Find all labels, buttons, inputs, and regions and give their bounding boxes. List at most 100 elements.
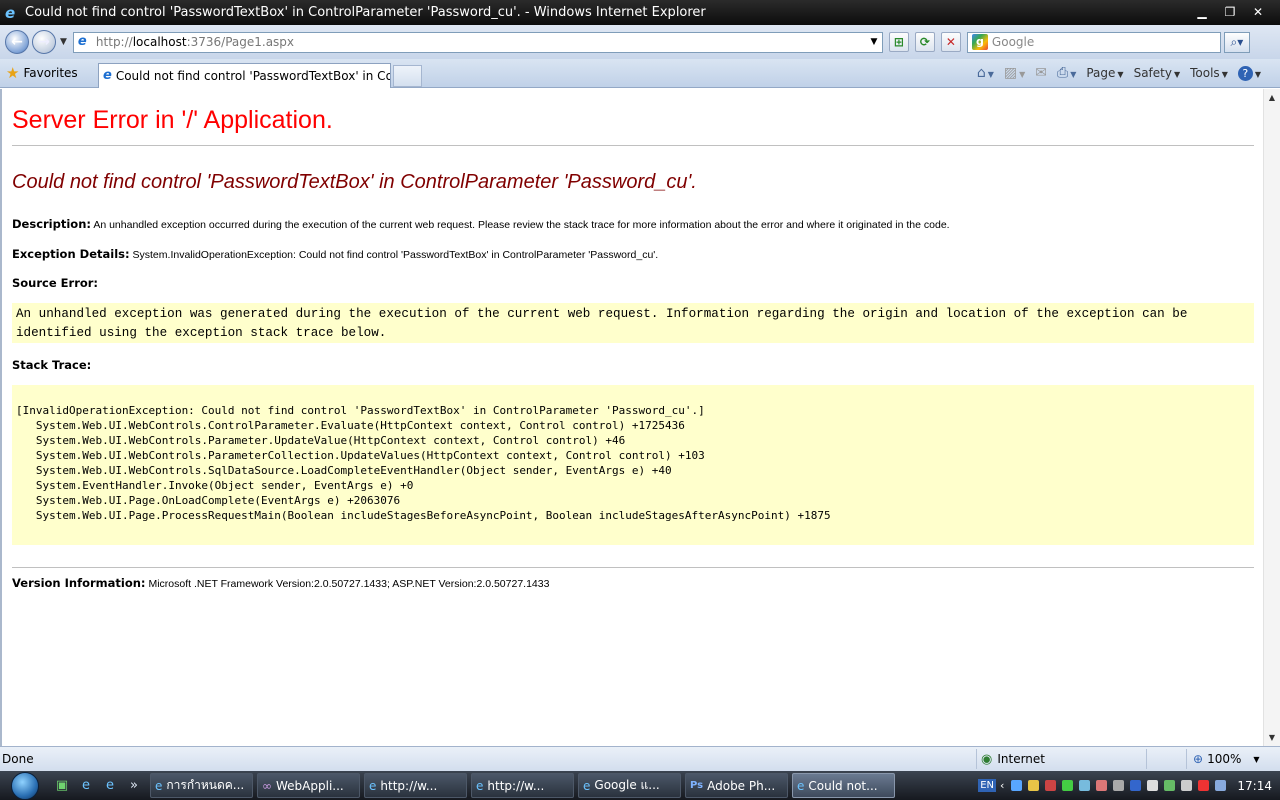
zoom-icon: ⊕ — [1193, 752, 1204, 766]
zoom-control[interactable]: ⊕ 100% ▼ — [1186, 749, 1280, 769]
search-button[interactable]: ⌕▾ — [1223, 31, 1250, 53]
ie-icon: e — [369, 778, 377, 793]
taskbar-item[interactable]: e http://w... — [364, 773, 467, 798]
back-button[interactable]: ← — [5, 30, 29, 54]
compatibility-view-button[interactable]: ⊞ — [888, 32, 909, 52]
stack-line: System.Web.UI.WebControls.SqlDataSource.… — [16, 464, 672, 477]
start-button[interactable] — [0, 771, 50, 800]
safety-menu[interactable]: Safety ▼ — [1134, 66, 1181, 80]
quicklaunch-app-icon[interactable]: ▣ — [55, 778, 69, 793]
address-url[interactable]: http://localhost:3736/Page1.aspx — [96, 35, 866, 49]
ie-logo-icon: e — [5, 3, 16, 22]
taskbar-item[interactable]: e Google แ... — [578, 773, 681, 798]
recent-pages-dropdown[interactable]: ▼ — [60, 37, 67, 47]
quicklaunch-ie2-icon[interactable]: e — [103, 778, 117, 793]
photoshop-icon: Ps — [690, 780, 704, 791]
page-icon: e — [77, 34, 87, 49]
command-bar: ⌂ ▼ ▨ ▼ ✉ ⎙ ▼ Page ▼ Safety ▼ Tools ▼ ? ▼ — [972, 65, 1266, 81]
tray-app-icon[interactable] — [1096, 780, 1108, 791]
forward-button[interactable]: → — [32, 30, 56, 54]
page-menu[interactable]: Page ▼ — [1086, 66, 1123, 80]
tray-app-icon[interactable] — [1062, 780, 1074, 791]
windows-orb-icon — [11, 771, 39, 800]
close-icon[interactable]: ✕ — [1244, 6, 1272, 20]
taskbar-item-active[interactable]: e Could not... — [792, 773, 895, 798]
stack-line: System.Web.UI.WebControls.Parameter.Upda… — [16, 434, 626, 447]
stack-line: System.Web.UI.WebControls.ControlParamet… — [16, 419, 685, 432]
stack-trace-box: [InvalidOperationException: Could not fi… — [12, 385, 1254, 545]
feeds-icon[interactable]: ▨ ▼ — [1004, 65, 1025, 81]
tab-row: ★ Favorites e Could not find control 'Pa… — [0, 59, 1280, 88]
globe-icon: ◉ — [981, 751, 993, 767]
tools-menu[interactable]: Tools ▼ — [1190, 66, 1228, 80]
favorites-button[interactable]: ★ Favorites — [6, 64, 94, 82]
address-dropdown-icon[interactable]: ▼ — [866, 37, 882, 47]
tab-active[interactable]: e Could not find control 'PasswordTextBo… — [98, 62, 391, 88]
new-tab-button[interactable] — [393, 64, 422, 87]
taskbar-item[interactable]: ∞ WebAppli... — [257, 773, 360, 798]
minimize-icon[interactable]: ▁ — [1188, 6, 1216, 20]
volume-icon[interactable] — [1181, 780, 1193, 791]
taskbar-item[interactable]: e http://w... — [471, 773, 574, 798]
zoom-dropdown-icon[interactable]: ▼ — [1253, 755, 1259, 764]
tray-app-icon[interactable] — [1215, 780, 1227, 791]
network-icon[interactable] — [1147, 780, 1159, 791]
description: Description: An unhandled exception occu… — [12, 217, 950, 231]
stack-line: System.Web.UI.Page.OnLoadComplete(EventA… — [16, 494, 401, 507]
window-title: Could not find control 'PasswordTextBox'… — [25, 5, 706, 20]
status-text: Done — [2, 752, 34, 766]
tray-app-icon[interactable] — [1113, 780, 1125, 791]
stack-line: [InvalidOperationException: Could not fi… — [16, 404, 705, 417]
quicklaunch-ie-icon[interactable]: e — [79, 778, 93, 793]
ie-icon: e — [797, 778, 805, 793]
stack-line: System.Web.UI.Page.ProcessRequestMain(Bo… — [16, 509, 831, 522]
tray-app-icon[interactable] — [1198, 780, 1210, 791]
quicklaunch-more-icon[interactable]: » — [127, 778, 141, 793]
mail-icon[interactable]: ✉ — [1035, 65, 1047, 81]
tray-app-icon[interactable] — [1164, 780, 1176, 791]
source-error-box: An unhandled exception was generated dur… — [12, 303, 1254, 343]
print-icon[interactable]: ⎙ ▼ — [1057, 65, 1076, 81]
ie-icon: e — [583, 778, 591, 793]
ie-tab-icon: e — [103, 68, 112, 83]
refresh-button[interactable]: ⟳ — [914, 32, 935, 52]
tray-expand-icon[interactable]: ‹ — [1000, 779, 1004, 792]
help-menu[interactable]: ? ▼ — [1237, 65, 1261, 81]
window-titlebar: e Could not find control 'PasswordTextBo… — [0, 0, 1280, 25]
address-bar[interactable]: e http://localhost:3736/Page1.aspx ▼ — [72, 31, 883, 53]
taskbar-item[interactable]: e การกำหนดค... — [150, 773, 253, 798]
system-tray: EN ‹ 17:14 — [978, 771, 1280, 800]
clock[interactable]: 17:14 — [1237, 779, 1272, 793]
version-information: Version Information: Microsoft .NET Fram… — [12, 576, 550, 590]
protected-mode-indicator[interactable] — [1146, 749, 1186, 769]
language-indicator[interactable]: EN — [978, 779, 996, 792]
security-zone[interactable]: ◉ Internet — [976, 749, 1146, 769]
error-page: Server Error in '/' Application. Could n… — [12, 89, 1254, 590]
stack-trace-label: Stack Trace: — [12, 358, 92, 372]
ie-icon: e — [155, 778, 163, 793]
status-bar: Done ◉ Internet ⊕ 100% ▼ — [0, 746, 1280, 771]
error-title: Could not find control 'PasswordTextBox'… — [12, 171, 697, 193]
restore-icon[interactable]: ❐ — [1216, 6, 1244, 20]
google-icon: g — [971, 34, 988, 50]
tray-app-icon[interactable] — [1028, 780, 1040, 791]
source-error-label: Source Error: — [12, 276, 99, 290]
divider — [12, 567, 1254, 568]
taskbar-item[interactable]: Ps Adobe Ph... — [685, 773, 788, 798]
divider — [12, 145, 1254, 146]
tray-app-icon[interactable] — [1045, 780, 1057, 791]
ie-icon: e — [476, 778, 484, 793]
page-title: Server Error in '/' Application. — [12, 106, 333, 134]
address-toolbar: ← → ▼ e http://localhost:3736/Page1.aspx… — [0, 25, 1280, 59]
tray-app-icon[interactable] — [1130, 780, 1142, 791]
home-icon[interactable]: ⌂ ▼ — [977, 65, 994, 81]
window-controls: ▁ ❐ ✕ — [1188, 6, 1272, 20]
visual-studio-icon: ∞ — [262, 778, 272, 793]
scroll-down-icon[interactable]: ▼ — [1264, 729, 1280, 746]
stop-button[interactable]: ✕ — [940, 32, 961, 52]
vertical-scrollbar[interactable]: ▲ ▼ — [1263, 89, 1280, 746]
tray-app-icon[interactable] — [1079, 780, 1091, 791]
tray-app-icon[interactable] — [1011, 780, 1023, 791]
search-input[interactable]: g Google — [966, 31, 1221, 53]
scroll-up-icon[interactable]: ▲ — [1264, 89, 1280, 106]
